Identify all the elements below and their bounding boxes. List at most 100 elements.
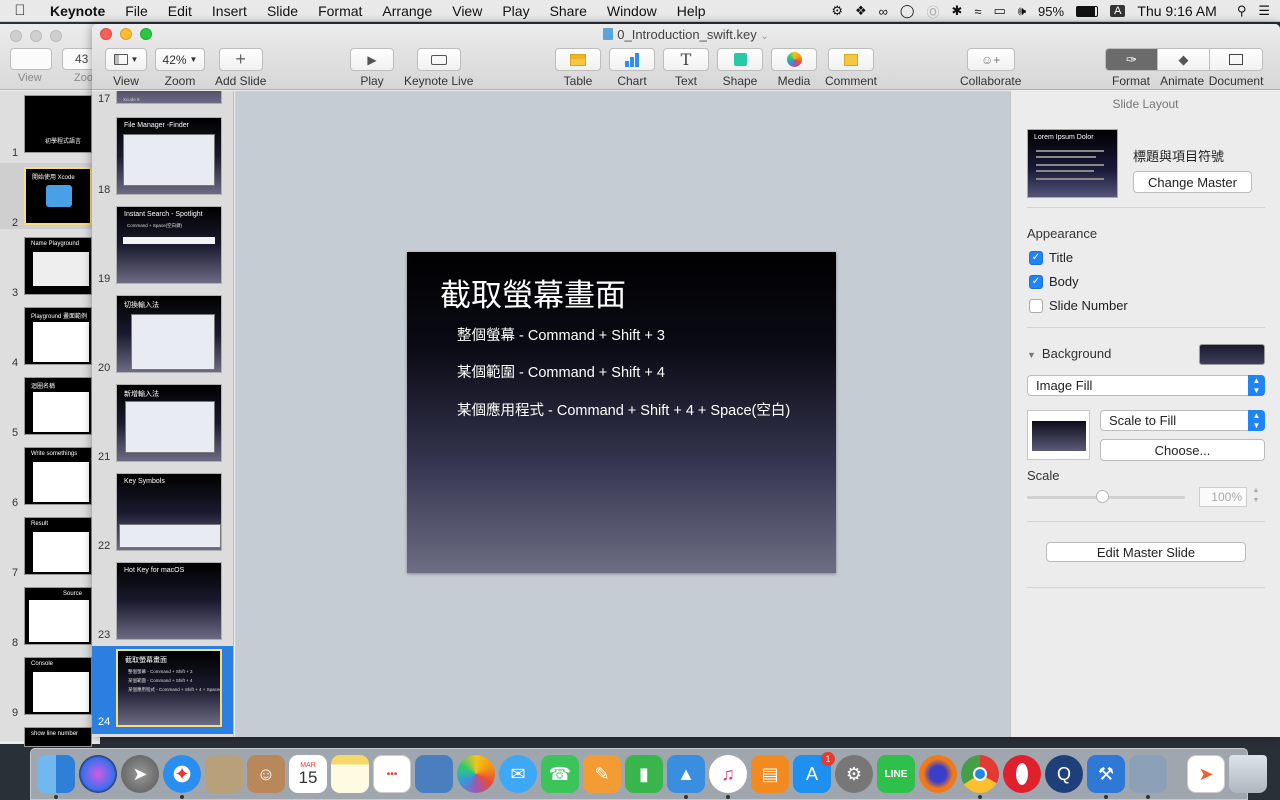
slide-number-checkbox-row[interactable]: Slide Number: [1029, 298, 1128, 313]
slide-navigator-item[interactable]: 切換輸入法 20: [92, 292, 233, 380]
volume-icon[interactable]: 🕪: [1012, 3, 1032, 19]
text-button[interactable]: T: [663, 48, 709, 71]
media-button[interactable]: [771, 48, 817, 71]
background-slide-thumb[interactable]: show line number: [24, 727, 92, 747]
ibooks-icon[interactable]: ▤: [751, 755, 789, 793]
slide-navigator-item[interactable]: Instant Search - Spotlight Command + Spac…: [92, 203, 233, 291]
background-slide-thumb[interactable]: Console: [24, 657, 92, 715]
swift-playgrounds-icon[interactable]: ➤: [1187, 755, 1225, 793]
background-slide-thumb[interactable]: 開始使用 Xcode: [24, 167, 92, 225]
quicktime-icon[interactable]: Q: [1045, 755, 1083, 793]
slide-canvas[interactable]: 截取螢幕畫面 整個螢幕 - Command + Shift + 3 某個範圍 -…: [235, 91, 1010, 737]
circle-app-icon[interactable]: ◯: [894, 3, 921, 19]
itunes-icon[interactable]: ♫: [709, 755, 747, 799]
infinity-icon[interactable]: ∞: [873, 4, 894, 19]
slide-bullet[interactable]: 某個應用程式 - Command + Shift + 4 + Space(空白): [457, 399, 790, 420]
add-slide-button[interactable]: +: [218, 48, 263, 71]
opera-icon[interactable]: [1003, 755, 1041, 793]
collaborate-button[interactable]: ☺+: [966, 48, 1015, 71]
slide-number-checkbox[interactable]: [1029, 298, 1043, 313]
contacts-icon[interactable]: ☺: [247, 755, 285, 793]
slide-navigator-item[interactable]: 新增輸入法 21: [92, 381, 233, 469]
background-slide-thumb[interactable]: Result: [24, 517, 92, 575]
slide-navigator-item[interactable]: File Manager -Finder 18: [92, 114, 233, 202]
zoom-select[interactable]: 42% ▼: [155, 48, 205, 71]
preview-icon[interactable]: [205, 755, 243, 793]
menu-insert[interactable]: Insert: [202, 3, 257, 19]
edit-master-slide-button[interactable]: Edit Master Slide: [1046, 542, 1246, 562]
numbers-icon[interactable]: ▮: [625, 755, 663, 793]
choose-image-button[interactable]: Choose...: [1100, 439, 1265, 461]
xcode-hammer-icon[interactable]: ⚒: [1087, 755, 1125, 799]
table-button[interactable]: [555, 48, 601, 71]
chrome-icon[interactable]: [961, 755, 999, 799]
trash-icon[interactable]: [1229, 755, 1267, 793]
menu-app-keynote[interactable]: Keynote: [40, 3, 115, 19]
pages-icon[interactable]: ✎: [583, 755, 621, 793]
image-fill-preview[interactable]: [1027, 410, 1090, 460]
slide-navigator[interactable]: Xcode 9 17 File Manager -Finder 18 Insta…: [92, 91, 234, 737]
background-slide-thumb[interactable]: Source: [24, 587, 92, 645]
menu-arrange[interactable]: Arrange: [372, 3, 442, 19]
dash-icon[interactable]: Ⓞ: [920, 2, 945, 21]
menu-help[interactable]: Help: [667, 3, 716, 19]
menu-file[interactable]: File: [115, 3, 158, 19]
scale-slider-knob[interactable]: [1096, 490, 1109, 503]
slide-layout-thumbnail[interactable]: Lorem Ipsum Dolor: [1027, 129, 1118, 198]
change-master-button[interactable]: Change Master: [1133, 171, 1252, 193]
fill-type-select[interactable]: Image Fill ▲ ▼: [1027, 375, 1265, 396]
menu-slide[interactable]: Slide: [257, 3, 308, 19]
slide-navigator-item[interactable]: Key Symbols 22: [92, 470, 233, 558]
body-checkbox-row[interactable]: ✓ Body: [1029, 274, 1079, 289]
facetime-icon[interactable]: ☎: [541, 755, 579, 793]
background-view-button[interactable]: [10, 48, 52, 70]
safari-compass-icon[interactable]: ✦: [163, 755, 201, 799]
slide-navigator-item[interactable]: Hot Key for macOS 23: [92, 559, 233, 647]
line-app-icon[interactable]: LINE: [877, 755, 915, 793]
bluetooth-icon[interactable]: ✱: [946, 3, 969, 19]
document-tab[interactable]: [1210, 49, 1262, 70]
menu-view[interactable]: View: [442, 3, 492, 19]
current-slide[interactable]: 截取螢幕畫面 整個螢幕 - Command + Shift + 3 某個範圍 -…: [407, 252, 836, 573]
play-button[interactable]: ▶: [350, 48, 394, 71]
background-slide-thumb[interactable]: 初學程式語言: [24, 95, 92, 153]
format-tab[interactable]: ✑: [1106, 49, 1158, 70]
shape-button[interactable]: [717, 48, 763, 71]
animate-tab[interactable]: ◆: [1158, 49, 1210, 70]
background-color-swatch[interactable]: [1199, 344, 1265, 365]
clock[interactable]: Thu 9:16 AM: [1131, 3, 1222, 19]
photos-icon[interactable]: [457, 755, 495, 793]
title-checkbox-row[interactable]: ✓ Title: [1029, 250, 1073, 265]
view-button[interactable]: ▼: [105, 48, 147, 71]
notification-center-icon[interactable]: ☰: [1252, 3, 1280, 19]
background-slide-thumb[interactable]: 迴圈名稱: [24, 377, 92, 435]
scale-mode-select[interactable]: Scale to Fill ▲ ▼: [1100, 410, 1265, 431]
menu-window[interactable]: Window: [597, 3, 667, 19]
document-title[interactable]: 0_Introduction_swift.key ⌄: [92, 27, 1280, 42]
battery-percent[interactable]: 95%: [1032, 4, 1070, 19]
background-slide-thumb[interactable]: Name Playground: [24, 237, 92, 295]
firefox-icon[interactable]: [919, 755, 957, 793]
messages-icon[interactable]: ✉: [499, 755, 537, 793]
background-slide-thumb[interactable]: Write somethings: [24, 447, 92, 505]
siri-icon[interactable]: [79, 755, 117, 793]
background-slide-thumb[interactable]: Playground 畫面範例: [24, 307, 92, 365]
slide-bullet[interactable]: 整個螢幕 - Command + Shift + 3: [457, 324, 665, 345]
keynote-live-button[interactable]: [416, 48, 461, 71]
background-window-buttons[interactable]: [10, 30, 62, 42]
user-initial-icon[interactable]: A: [1110, 5, 1126, 17]
airplay-icon[interactable]: ▭: [988, 3, 1012, 19]
dropbox-icon[interactable]: ❖: [849, 3, 873, 19]
slide-bullet[interactable]: 某個範圍 - Command + Shift + 4: [457, 361, 665, 382]
spotlight-search-icon[interactable]: ⚲: [1223, 3, 1253, 19]
title-checkbox[interactable]: ✓: [1029, 250, 1043, 265]
app-store-icon[interactable]: A1: [793, 752, 835, 793]
menu-share[interactable]: Share: [540, 3, 597, 19]
slide-navigator-item-selected[interactable]: 截取螢幕畫面 整個螢幕 - Command + Shift + 3 某個範圍 - C…: [92, 646, 233, 734]
preview-photos-icon[interactable]: [1129, 755, 1167, 799]
comment-button[interactable]: [828, 48, 874, 71]
slide-title[interactable]: 截取螢幕畫面: [440, 270, 626, 315]
body-checkbox[interactable]: ✓: [1029, 274, 1043, 289]
finder-icon[interactable]: [37, 755, 75, 799]
gear-icon[interactable]: ⚙: [825, 3, 849, 19]
